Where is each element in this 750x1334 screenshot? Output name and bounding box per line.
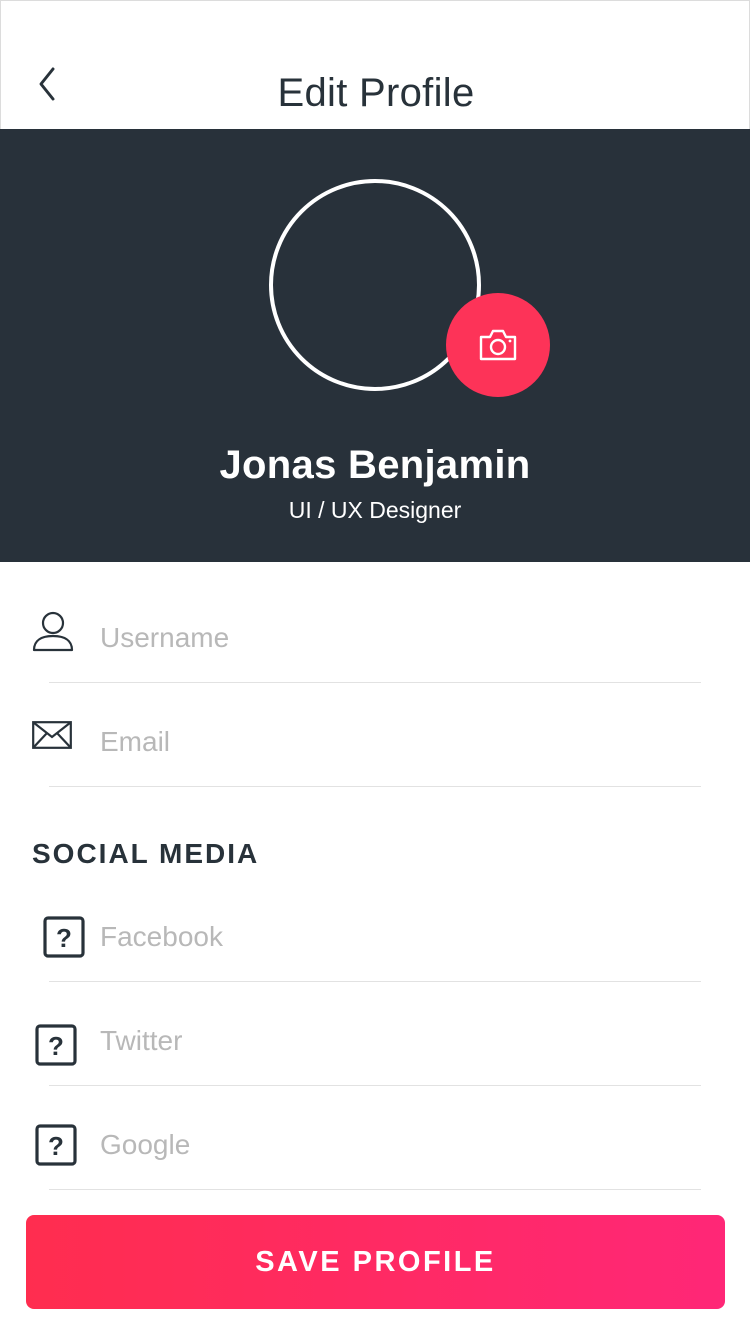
profile-name: Jonas Benjamin [219, 443, 531, 487]
camera-icon [479, 329, 517, 361]
google-input[interactable] [100, 1093, 700, 1197]
username-row [0, 586, 750, 690]
envelope-icon [32, 721, 72, 754]
username-input[interactable] [100, 586, 700, 690]
svg-text:?: ? [48, 1131, 64, 1161]
question-box-icon: ? [35, 1124, 77, 1171]
google-row: ? [0, 1093, 750, 1197]
save-profile-button[interactable]: SAVE PROFILE [26, 1215, 725, 1309]
question-box-icon: ? [35, 1024, 77, 1071]
facebook-row: ? [0, 885, 750, 989]
twitter-row: ? [0, 989, 750, 1093]
divider [49, 786, 701, 787]
twitter-input[interactable] [100, 989, 700, 1093]
social-media-heading: SOCIAL MEDIA [32, 838, 260, 869]
user-icon [31, 610, 75, 657]
divider [49, 1189, 701, 1190]
profile-header: Jonas Benjamin UI / UX Designer [0, 129, 750, 562]
question-box-icon: ? [43, 916, 85, 963]
page-title: Edit Profile [277, 71, 475, 115]
email-row [0, 690, 750, 794]
divider [49, 682, 701, 683]
divider [49, 981, 701, 982]
top-bar: Edit Profile [0, 0, 750, 129]
change-photo-button[interactable] [446, 293, 550, 397]
facebook-input[interactable] [100, 885, 700, 989]
profile-role: UI / UX Designer [288, 497, 462, 523]
svg-text:?: ? [48, 1031, 64, 1061]
svg-text:?: ? [56, 923, 72, 953]
divider [49, 1085, 701, 1086]
email-input[interactable] [100, 690, 700, 794]
